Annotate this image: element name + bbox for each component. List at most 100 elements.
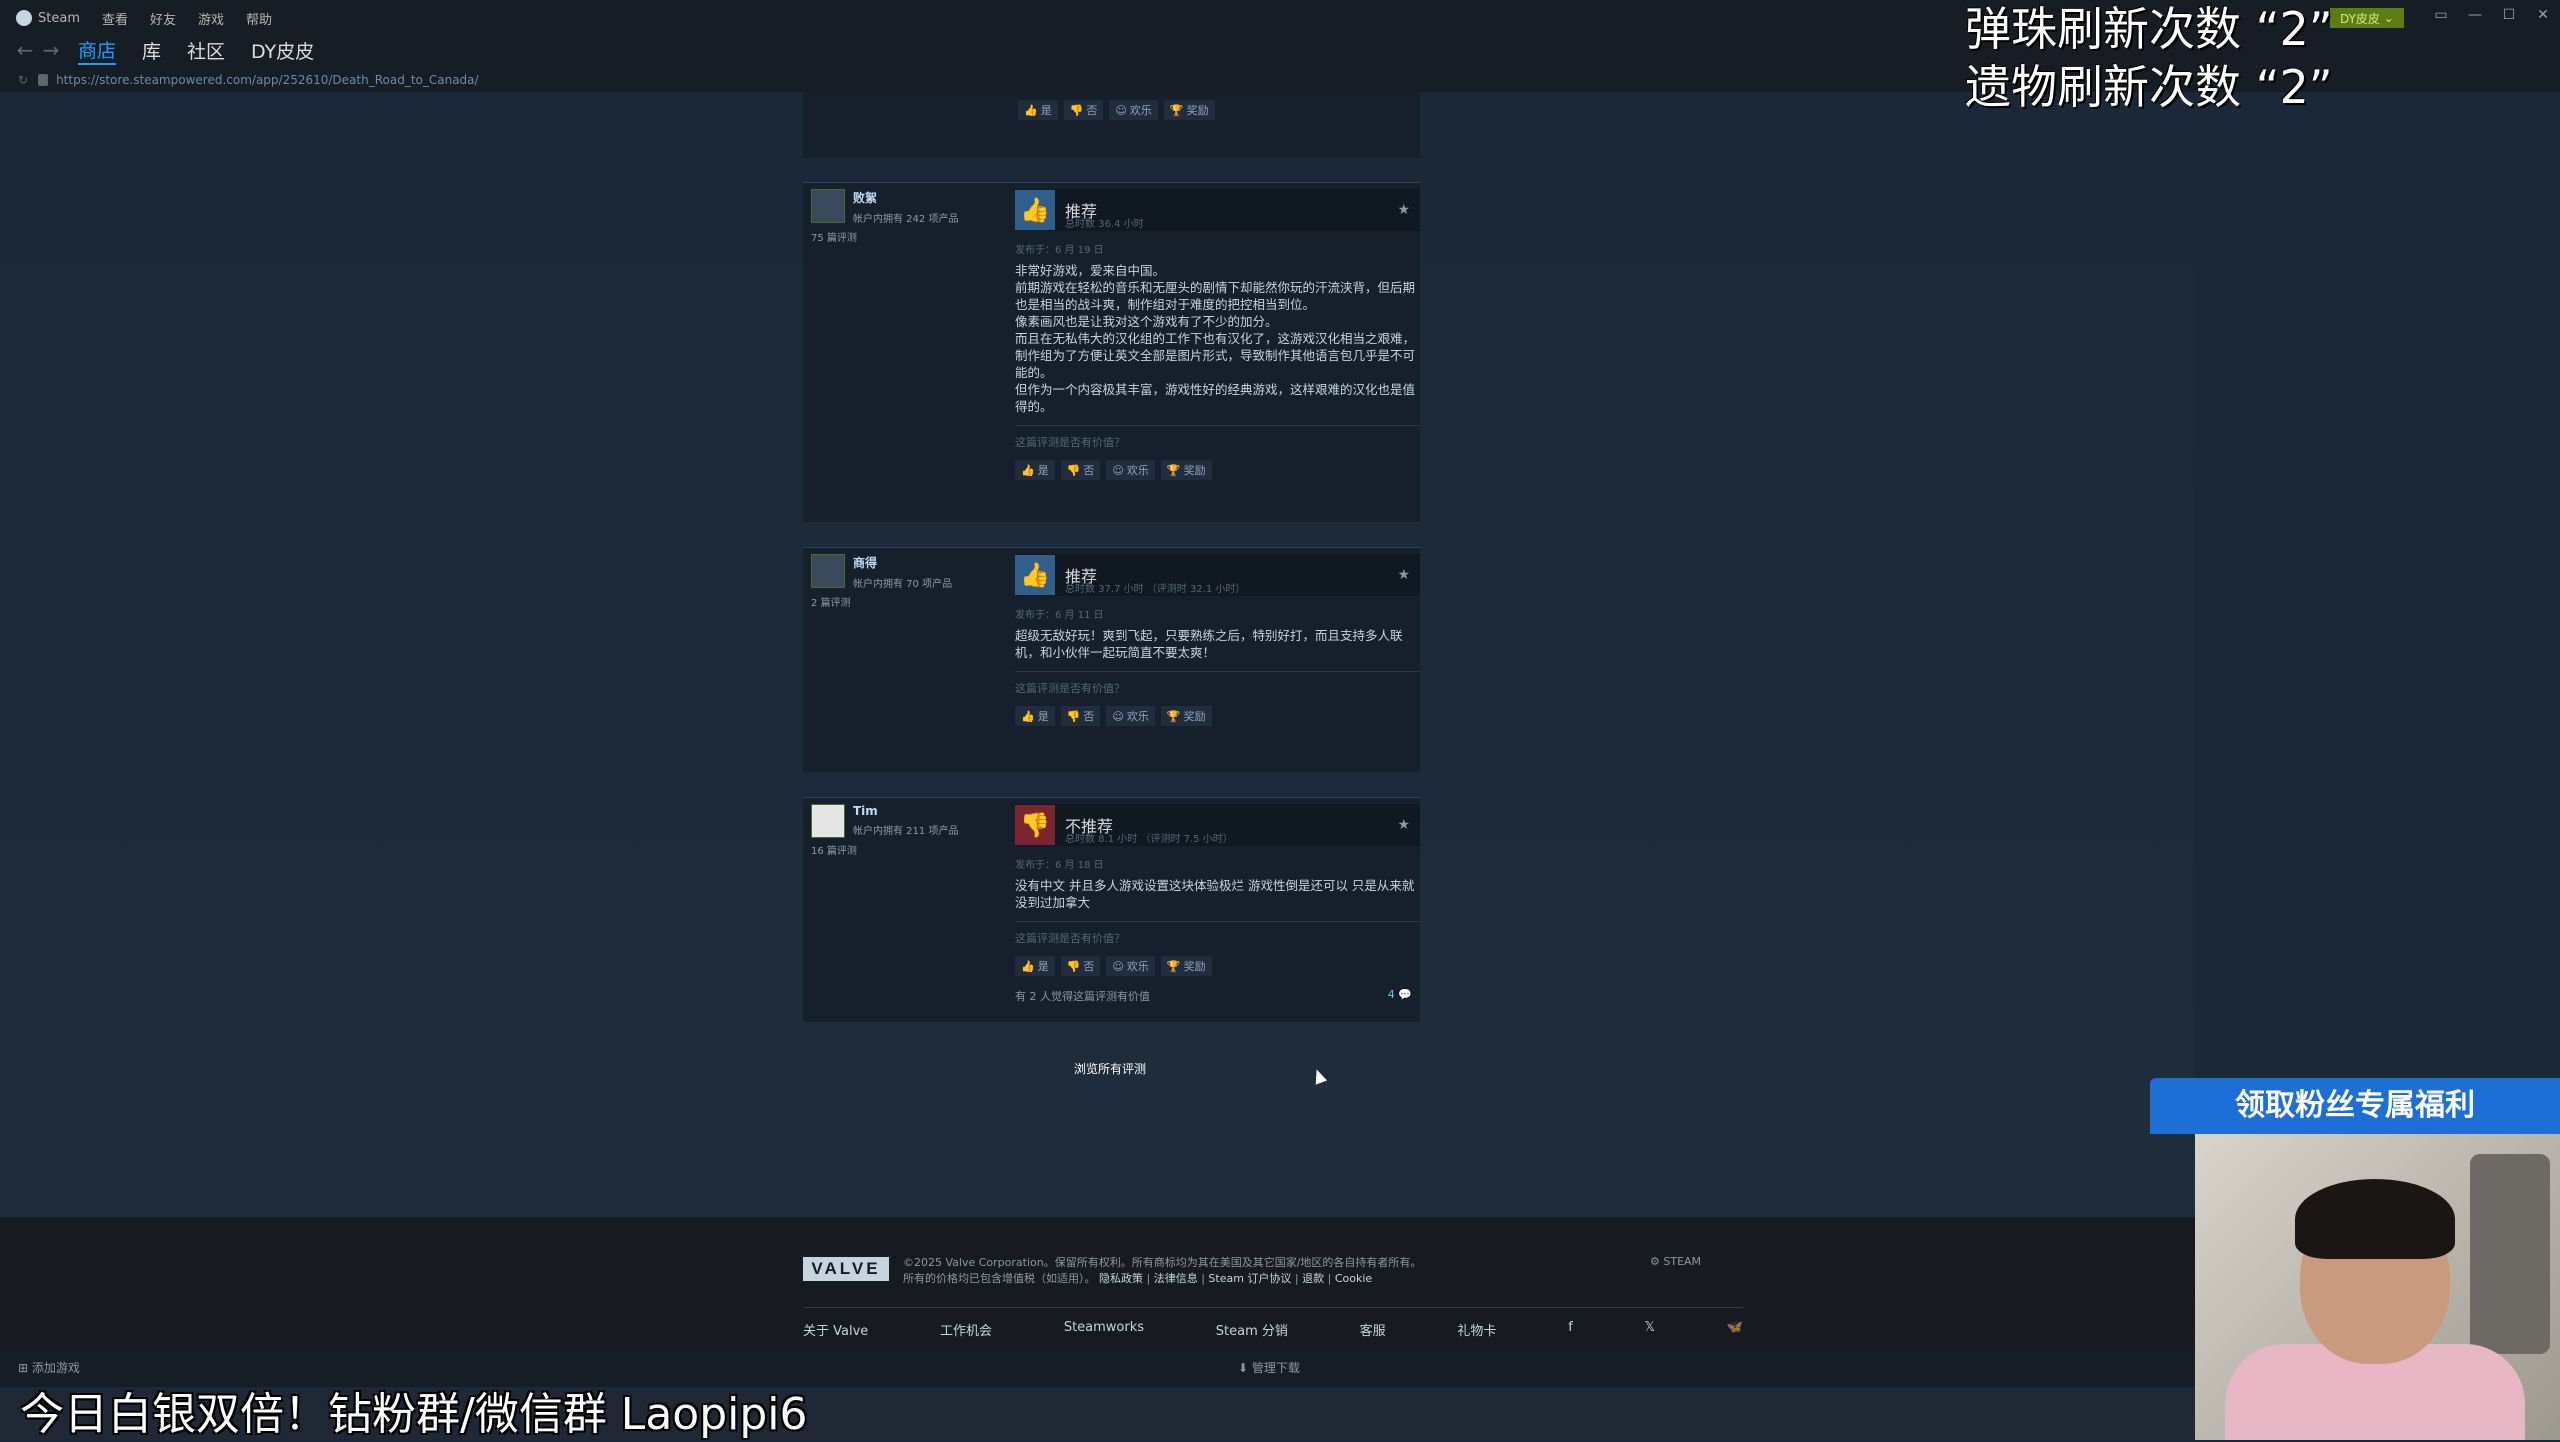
found-helpful: 有 2 人觉得这篇评测有价值 4 💬	[1015, 988, 1412, 1003]
award-button[interactable]: 🏆 奖励	[1160, 460, 1212, 480]
url-text[interactable]: https://store.steampowered.com/app/25261…	[56, 73, 479, 87]
valve-logo[interactable]: VALVE	[803, 1257, 889, 1281]
review-author: Tim 帐户内拥有 211 项产品 16 篇评测	[811, 804, 1001, 857]
review-vote-buttons: 👍 是 👎 否 ☺ 欢乐 🏆 奖励	[1018, 100, 1215, 120]
award-button[interactable]: 🏆 奖励	[1163, 100, 1215, 120]
menu-view[interactable]: 查看	[102, 9, 128, 28]
forward-arrow-icon[interactable]: →	[38, 38, 64, 62]
cookie-link[interactable]: Cookie	[1335, 1272, 1372, 1285]
playtime: 总时数 8.1 小时 （评测时 7.5 小时）	[1065, 834, 1233, 845]
maximize-icon[interactable]: ☐	[2492, 7, 2526, 23]
review-author: 商得 帐户内拥有 70 项产品 2 篇评测	[811, 554, 1001, 609]
playtime: 总时数 36.4 小时	[1065, 219, 1144, 230]
vote-funny-button[interactable]: ☺ 欢乐	[1106, 706, 1155, 726]
review-count[interactable]: 16 篇评测	[811, 838, 1001, 857]
bluesky-icon[interactable]: 🦋	[1727, 1320, 1743, 1339]
review-card: Tim 帐户内拥有 211 项产品 16 篇评测 👎 不推荐 总时数 8.1 小…	[803, 797, 1420, 1022]
tab-store[interactable]: 商店	[78, 36, 117, 65]
review-vote-buttons: 👍 是 👎 否 ☺ 欢乐 🏆 奖励	[1015, 706, 1420, 726]
thumbs-up-icon: 👍	[1015, 190, 1055, 230]
big-picture-icon[interactable]: ▭	[2424, 7, 2458, 23]
vote-funny-button[interactable]: ☺ 欢乐	[1106, 460, 1155, 480]
user-account-button[interactable]: DY皮皮 ⌄	[2330, 8, 2404, 28]
thumbs-up-icon: 👍	[1015, 555, 1055, 595]
review-count[interactable]: 2 篇评测	[811, 590, 1001, 609]
tab-community[interactable]: 社区	[187, 37, 225, 64]
posted-date: 发布于：6 月 11 日	[1015, 610, 1104, 621]
avatar[interactable]	[811, 554, 845, 588]
stream-bottom-caption: 今日白银双倍！钻粉群/微信群 Laopipi6	[20, 1389, 808, 1440]
mouse-cursor-icon	[1310, 1067, 1328, 1085]
award-button[interactable]: 🏆 奖励	[1160, 956, 1212, 976]
divider	[1015, 921, 1420, 922]
gift-cards-link[interactable]: 礼物卡	[1457, 1320, 1496, 1339]
browse-all-reviews-link[interactable]: 浏览所有评测	[1074, 1060, 1146, 1077]
vote-no-button[interactable]: 👎 否	[1063, 100, 1104, 120]
review-vote-buttons: 👍 是 👎 否 ☺ 欢乐 🏆 奖励	[1015, 956, 1420, 976]
minimize-icon[interactable]: —	[2458, 7, 2492, 23]
chair	[2470, 1154, 2550, 1354]
back-arrow-icon[interactable]: ←	[12, 38, 38, 62]
vote-no-button[interactable]: 👎 否	[1060, 460, 1101, 480]
steam-logo-icon: ⚙	[1650, 1255, 1660, 1268]
review-text: 没有中文 并且多人游戏设置这块体验极烂 游戏性倒是还可以 只是从来就没到过加拿大	[1015, 878, 1415, 910]
award-star-icon[interactable]: ★	[1397, 202, 1410, 218]
helpful-question: 这篇评测是否有价值？	[1015, 932, 1125, 945]
divider	[1015, 671, 1420, 672]
vote-yes-button[interactable]: 👍 是	[1018, 100, 1058, 120]
review-vote-buttons: 👍 是 👎 否 ☺ 欢乐 🏆 奖励	[1015, 460, 1420, 480]
comments-link[interactable]: 4 💬	[1388, 988, 1412, 1001]
vote-yes-button[interactable]: 👍 是	[1015, 956, 1055, 976]
avatar[interactable]	[811, 804, 845, 838]
legal-link[interactable]: 法律信息	[1154, 1272, 1198, 1285]
vote-no-button[interactable]: 👎 否	[1060, 956, 1101, 976]
add-game-button[interactable]: ⊞ 添加游戏	[18, 1359, 80, 1376]
vote-funny-button[interactable]: ☺ 欢乐	[1106, 956, 1155, 976]
vote-header: 👎 不推荐 总时数 8.1 小时 （评测时 7.5 小时） ★	[1015, 804, 1420, 846]
vote-funny-button[interactable]: ☺ 欢乐	[1109, 100, 1158, 120]
distribution-link[interactable]: Steam 分销	[1216, 1320, 1288, 1339]
review-text: 非常好游戏，爱来自中国。 前期游戏在轻松的音乐和无厘头的剧情下却能然你玩的汗流浃…	[1015, 263, 1416, 414]
fan-benefit-banner[interactable]: 领取粉丝专属福利	[2150, 1078, 2560, 1134]
award-star-icon[interactable]: ★	[1397, 817, 1410, 833]
menu-friends[interactable]: 好友	[150, 9, 176, 28]
vote-yes-button[interactable]: 👍 是	[1015, 706, 1055, 726]
menu-help[interactable]: 帮助	[246, 9, 272, 28]
lock-icon	[38, 74, 49, 86]
tab-library[interactable]: 库	[142, 37, 161, 64]
review-card: 败絮 帐户内拥有 242 项产品 75 篇评测 👍 推荐 总时数 36.4 小时…	[803, 182, 1420, 522]
webcam-feed	[2195, 1134, 2560, 1440]
posted-date: 发布于：6 月 19 日	[1015, 245, 1104, 256]
x-icon[interactable]: 𝕏	[1645, 1320, 1655, 1339]
jobs-link[interactable]: 工作机会	[940, 1320, 992, 1339]
menu-games[interactable]: 游戏	[198, 9, 224, 28]
steam-footer-logo[interactable]: ⚙ STEAM	[1650, 1255, 1701, 1268]
review-body: 👍 推荐 总时数 37.7 小时 （评测时 32.1 小时） ★ 发布于：6 月…	[1015, 554, 1420, 726]
privacy-link[interactable]: 隐私政策	[1099, 1272, 1143, 1285]
avatar[interactable]	[811, 189, 845, 223]
playtime: 总时数 37.7 小时 （评测时 32.1 小时）	[1065, 584, 1246, 595]
menu-steam[interactable]: Steam	[38, 11, 80, 26]
helpful-question: 这篇评测是否有价值？	[1015, 436, 1125, 449]
window-controls: ▭ — ☐ ✕	[2424, 0, 2560, 30]
reload-icon[interactable]: ↻	[18, 73, 28, 87]
vote-yes-button[interactable]: 👍 是	[1015, 460, 1055, 480]
vote-no-button[interactable]: 👎 否	[1060, 706, 1101, 726]
review-card: 商得 帐户内拥有 70 项产品 2 篇评测 👍 推荐 总时数 37.7 小时 （…	[803, 547, 1420, 772]
tab-profile[interactable]: DY皮皮	[251, 37, 314, 64]
close-icon[interactable]: ✕	[2526, 7, 2560, 23]
about-valve-link[interactable]: 关于 Valve	[803, 1320, 868, 1339]
posted-date: 发布于：6 月 18 日	[1015, 860, 1104, 871]
manage-downloads-button[interactable]: ⬇ 管理下载	[1238, 1359, 1300, 1376]
review-count[interactable]: 75 篇评测	[811, 225, 1001, 244]
legal-text: ©2025 Valve Corporation。保留所有权利。所有商标均为其在美…	[903, 1256, 1422, 1285]
award-button[interactable]: 🏆 奖励	[1160, 706, 1212, 726]
streamer-hair	[2295, 1179, 2455, 1259]
steamworks-link[interactable]: Steamworks	[1064, 1320, 1144, 1339]
award-star-icon[interactable]: ★	[1397, 567, 1410, 583]
refunds-link[interactable]: 退款	[1302, 1272, 1324, 1285]
facebook-icon[interactable]: f	[1568, 1320, 1573, 1339]
steam-logo-icon	[16, 10, 32, 26]
support-link[interactable]: 客服	[1360, 1320, 1386, 1339]
ssa-link[interactable]: Steam 订户协议	[1208, 1272, 1291, 1285]
